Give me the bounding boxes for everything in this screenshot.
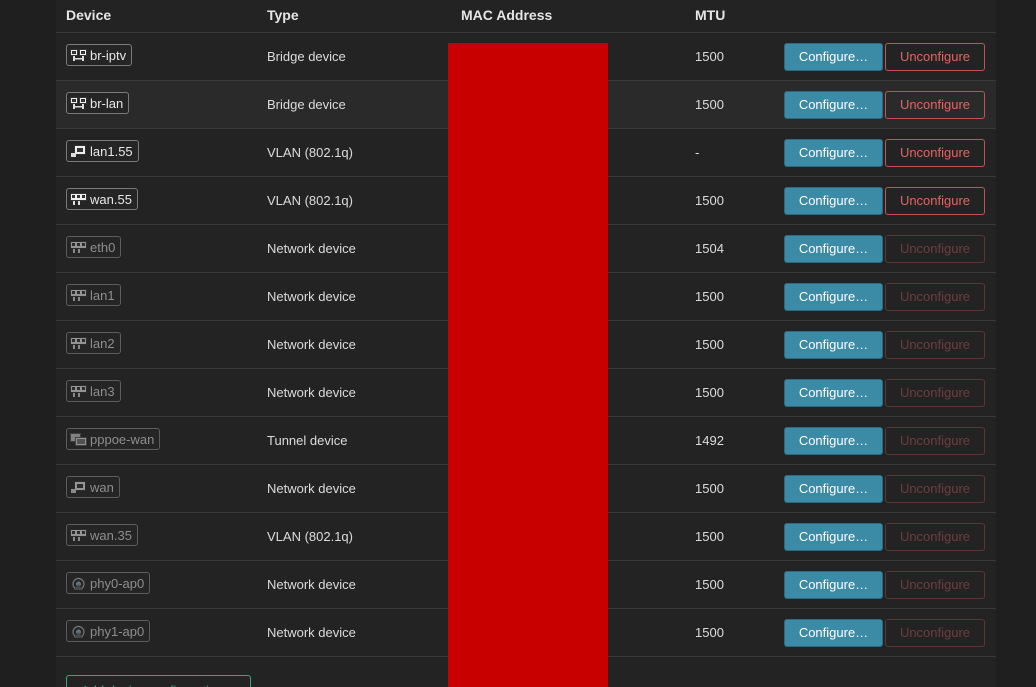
configure-button[interactable]: Configure… <box>784 379 883 407</box>
device-badge: wan <box>66 476 120 498</box>
device-mtu: 1500 <box>695 289 724 304</box>
device-name: br-lan <box>90 95 124 111</box>
device-badge: br-lan <box>66 92 130 114</box>
unconfigure-button: Unconfigure <box>885 475 985 503</box>
device-mtu: 1500 <box>695 625 724 640</box>
unconfigure-button: Unconfigure <box>885 283 985 311</box>
device-name: eth0 <box>90 239 116 255</box>
unconfigure-button: Unconfigure <box>885 571 985 599</box>
unconfigure-button: Unconfigure <box>885 379 985 407</box>
device-name: lan1.55 <box>90 143 133 159</box>
header-mtu: MTU <box>695 7 726 23</box>
redacted-mac-column <box>448 43 608 687</box>
device-mtu: 1504 <box>695 241 724 256</box>
device-name: wan.35 <box>90 527 132 543</box>
device-type: VLAN (802.1q) <box>267 145 353 160</box>
switch-icon <box>70 192 87 206</box>
switch-icon <box>70 288 87 302</box>
device-badge: lan2 <box>66 332 121 354</box>
device-type: Network device <box>267 337 356 352</box>
add-device-configuration-button[interactable]: Add device configuration… <box>66 675 251 687</box>
configure-button[interactable]: Configure… <box>784 619 883 647</box>
configure-button[interactable]: Configure… <box>784 283 883 311</box>
device-mtu: 1500 <box>695 49 724 64</box>
configure-button[interactable]: Configure… <box>784 427 883 455</box>
configure-button[interactable]: Configure… <box>784 43 883 71</box>
device-mtu: 1500 <box>695 97 724 112</box>
tunnel-icon <box>70 432 87 446</box>
device-mtu: 1492 <box>695 433 724 448</box>
ethernet-port-icon <box>70 144 87 158</box>
device-type: VLAN (802.1q) <box>267 193 353 208</box>
switch-icon <box>70 384 87 398</box>
configure-button[interactable]: Configure… <box>784 139 883 167</box>
device-badge: phy1-ap0 <box>66 620 151 642</box>
table-header: Device Type MAC Address MTU <box>56 0 996 33</box>
device-mtu: 1500 <box>695 337 724 352</box>
device-name: lan3 <box>90 383 115 399</box>
device-mtu: 1500 <box>695 385 724 400</box>
unconfigure-button[interactable]: Unconfigure <box>885 139 985 167</box>
bridge-icon <box>70 48 87 62</box>
device-name: phy0-ap0 <box>90 575 145 591</box>
device-type: Network device <box>267 481 356 496</box>
device-type: Tunnel device <box>267 433 348 448</box>
configure-button[interactable]: Configure… <box>784 235 883 263</box>
configure-button[interactable]: Configure… <box>784 91 883 119</box>
configure-button[interactable]: Configure… <box>784 187 883 215</box>
device-badge: lan3 <box>66 380 121 402</box>
device-name: lan1 <box>90 287 115 303</box>
device-mtu: 1500 <box>695 193 724 208</box>
unconfigure-button: Unconfigure <box>885 331 985 359</box>
device-badge: lan1.55 <box>66 140 139 162</box>
device-name: br-iptv <box>90 47 127 63</box>
configure-button[interactable]: Configure… <box>784 523 883 551</box>
device-badge: wan.35 <box>66 524 138 546</box>
device-type: Network device <box>267 625 356 640</box>
switch-icon <box>70 240 87 254</box>
device-mtu: 1500 <box>695 529 724 544</box>
header-type: Type <box>267 7 299 23</box>
device-badge: br-iptv <box>66 44 133 66</box>
unconfigure-button[interactable]: Unconfigure <box>885 91 985 119</box>
switch-icon <box>70 528 87 542</box>
switch-icon <box>70 336 87 350</box>
device-mtu: - <box>695 145 700 160</box>
unconfigure-button: Unconfigure <box>885 427 985 455</box>
device-badge: phy0-ap0 <box>66 572 151 594</box>
device-type: Network device <box>267 289 356 304</box>
device-type: Bridge device <box>267 97 346 112</box>
device-badge: eth0 <box>66 236 122 258</box>
unconfigure-button: Unconfigure <box>885 235 985 263</box>
device-type: Network device <box>267 241 356 256</box>
configure-button[interactable]: Configure… <box>784 331 883 359</box>
wifi-antenna-icon <box>70 625 87 638</box>
unconfigure-button[interactable]: Unconfigure <box>885 43 985 71</box>
wifi-antenna-icon <box>70 577 87 590</box>
configure-button[interactable]: Configure… <box>784 475 883 503</box>
ethernet-port-icon <box>70 480 87 494</box>
device-name: lan2 <box>90 335 115 351</box>
header-device: Device <box>66 7 112 23</box>
configure-button[interactable]: Configure… <box>784 571 883 599</box>
device-type: Bridge device <box>267 49 346 64</box>
device-name: wan.55 <box>90 191 132 207</box>
unconfigure-button: Unconfigure <box>885 619 985 647</box>
bridge-icon <box>70 96 87 110</box>
device-name: phy1-ap0 <box>90 623 145 639</box>
device-mtu: 1500 <box>695 577 724 592</box>
device-badge: wan.55 <box>66 188 138 210</box>
unconfigure-button: Unconfigure <box>885 523 985 551</box>
header-mac-address: MAC Address <box>461 7 553 23</box>
device-badge: pppoe-wan <box>66 428 161 450</box>
device-name: wan <box>90 479 114 495</box>
device-name: pppoe-wan <box>90 431 155 447</box>
device-type: VLAN (802.1q) <box>267 529 353 544</box>
device-mtu: 1500 <box>695 481 724 496</box>
device-type: Network device <box>267 385 356 400</box>
device-badge: lan1 <box>66 284 121 306</box>
device-type: Network device <box>267 577 356 592</box>
unconfigure-button[interactable]: Unconfigure <box>885 187 985 215</box>
